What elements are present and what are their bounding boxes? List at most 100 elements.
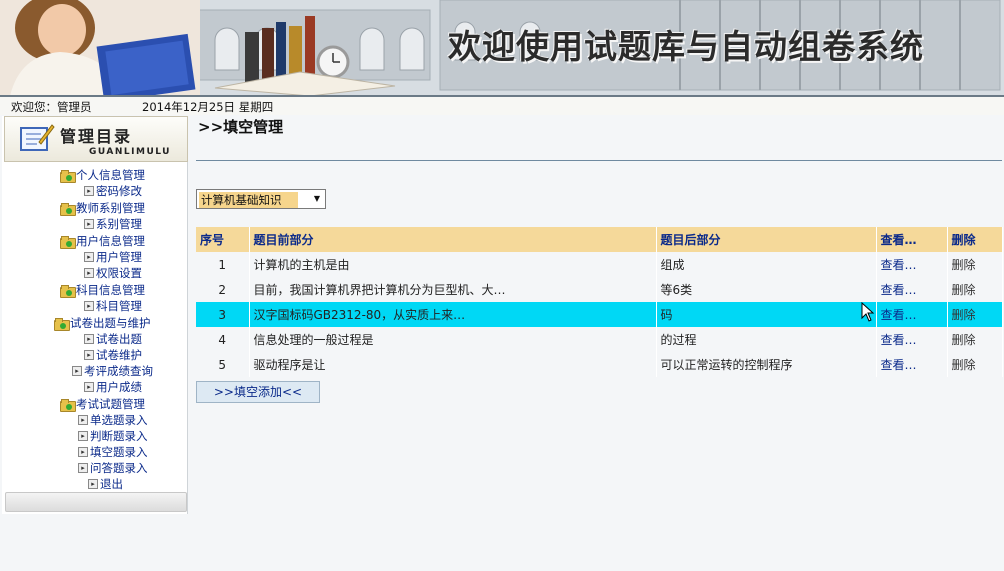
folder-icon [60, 235, 76, 249]
menu-item-fill-blank[interactable]: ▸ 填空题录入 [78, 444, 148, 460]
delete-link[interactable]: 删除 [947, 352, 1003, 377]
folder-icon [60, 169, 76, 183]
view-link[interactable]: 查看… [876, 352, 948, 377]
view-link[interactable]: 查看… [876, 252, 948, 277]
column-header-back: 题目后部分 [656, 227, 877, 252]
view-link[interactable]: 查看… [876, 302, 948, 327]
arrow-right-icon: ▸ [84, 252, 94, 262]
menu-folder-paper[interactable]: 试卷出题与维护 [54, 315, 151, 331]
welcome-text: 欢迎您：管理员 [11, 100, 92, 114]
menu-item-label: 考试试题管理 [76, 397, 145, 411]
notebook-icon [20, 124, 55, 151]
menu-item-label: 权限设置 [96, 266, 142, 280]
table-header-row: 序号 题目前部分 题目后部分 查看… 删除 [196, 227, 1003, 252]
arrow-right-icon: ▸ [84, 350, 94, 360]
delete-link[interactable]: 删除 [947, 277, 1003, 302]
mouse-cursor-icon [861, 302, 875, 322]
category-select-value: 计算机基础知识 [199, 192, 298, 208]
menu-item-subject-manage[interactable]: ▸ 科目管理 [84, 298, 142, 314]
view-link[interactable]: 查看… [876, 327, 948, 352]
menu-item-paper-maintain[interactable]: ▸ 试卷维护 [84, 347, 142, 363]
folder-icon [54, 317, 70, 331]
add-fill-blank-button[interactable]: >>填空添加<< [196, 381, 320, 403]
sidebar: 管理目录 GUANLIMULU 个人信息管理 ▸ 密码修改 教师系别管理 ▸ 系别管… [2, 116, 188, 514]
delete-link[interactable]: 删除 [947, 252, 1003, 277]
row-front-text: 汉字国标码GB2312-80，从实质上来… [249, 302, 657, 327]
menu-item-label: 用户成绩 [96, 380, 142, 394]
menu-item-permissions[interactable]: ▸ 权限设置 [84, 265, 142, 281]
menu-item-password-change[interactable]: ▸ 密码修改 [84, 183, 142, 199]
row-back-text: 组成 [656, 252, 877, 277]
arrow-right-icon: ▸ [84, 268, 94, 278]
menu-item-label: 问答题录入 [90, 461, 148, 475]
folder-icon [60, 398, 76, 412]
menu-item-user-scores[interactable]: ▸ 用户成绩 [84, 379, 142, 395]
banner: 欢迎使用试题库与自动组卷系统 [0, 0, 1004, 96]
menu-folder-personal-info[interactable]: 个人信息管理 [60, 167, 145, 183]
arrow-right-icon: ▸ [78, 431, 88, 441]
row-back-text: 可以正常运转的控制程序 [656, 352, 877, 377]
category-select[interactable]: 计算机基础知识 ▼ [196, 189, 326, 209]
column-header-seq: 序号 [196, 227, 250, 252]
menu-header: 管理目录 GUANLIMULU [4, 116, 188, 162]
date-text: 2014年12月25日 星期四 [142, 100, 274, 114]
menu-item-logout[interactable]: ▸ 退出 [88, 476, 123, 492]
row-seq: 1 [196, 252, 250, 277]
arrow-right-icon: ▸ [78, 463, 88, 473]
row-back-text: 的过程 [656, 327, 877, 352]
delete-link[interactable]: 删除 [947, 327, 1003, 352]
menu-item-label: 科目管理 [96, 299, 142, 313]
menu-folder-subject-info[interactable]: 科目信息管理 [60, 282, 145, 298]
menu-item-label: 密码修改 [96, 184, 142, 198]
banner-title: 欢迎使用试题库与自动组卷系统 [448, 27, 924, 66]
row-seq: 5 [196, 352, 250, 377]
menu-item-department-manage[interactable]: ▸ 系别管理 [84, 216, 142, 232]
menu-item-qa[interactable]: ▸ 问答题录入 [78, 460, 148, 476]
row-front-text: 信息处理的一般过程是 [249, 327, 657, 352]
menu-item-label: 试卷维护 [96, 348, 142, 362]
row-back-text: 码 [656, 302, 877, 327]
menu-item-label: 单选题录入 [90, 413, 148, 427]
row-front-text: 驱动程序是让 [249, 352, 657, 377]
menu-item-label: 判断题录入 [90, 429, 148, 443]
title-divider [196, 160, 1002, 161]
column-header-front: 题目前部分 [249, 227, 657, 252]
table-row[interactable]: 1 计算机的主机是由 组成 查看… 删除 [196, 252, 1003, 277]
table-row-selected[interactable]: 3 汉字国标码GB2312-80，从实质上来… 码 查看… 删除 [196, 302, 1003, 327]
menu-folder-department[interactable]: 教师系别管理 [60, 200, 145, 216]
row-seq: 2 [196, 277, 250, 302]
chevron-down-icon[interactable]: ▼ [309, 190, 325, 208]
menu-folder-question-manage[interactable]: 考试试题管理 [60, 396, 145, 412]
menu-item-score-query[interactable]: ▸ 考评成绩查询 [72, 363, 153, 379]
table-row[interactable]: 4 信息处理的一般过程是 的过程 查看… 删除 [196, 327, 1003, 352]
menu-item-single-choice[interactable]: ▸ 单选题录入 [78, 412, 148, 428]
menu-item-label: 考评成绩查询 [84, 364, 153, 378]
menu-item-user-manage[interactable]: ▸ 用户管理 [84, 249, 142, 265]
menu-item-paper-create[interactable]: ▸ 试卷出题 [84, 331, 142, 347]
column-header-delete: 删除 [947, 227, 1003, 252]
row-back-text: 等6类 [656, 277, 877, 302]
view-link[interactable]: 查看… [876, 277, 948, 302]
status-bar: 欢迎您：管理员 2014年12月25日 星期四 [0, 97, 1004, 115]
arrow-right-icon: ▸ [78, 415, 88, 425]
arrow-right-icon: ▸ [84, 186, 94, 196]
row-front-text: 目前，我国计算机界把计算机分为巨型机、大… [249, 277, 657, 302]
menu-folder-user-info[interactable]: 用户信息管理 [60, 233, 145, 249]
table-row[interactable]: 5 驱动程序是让 可以正常运转的控制程序 查看… 删除 [196, 352, 1003, 377]
row-front-text: 计算机的主机是由 [249, 252, 657, 277]
table-row[interactable]: 2 目前，我国计算机界把计算机分为巨型机、大… 等6类 查看… 删除 [196, 277, 1003, 302]
menu-item-label: 用户信息管理 [76, 234, 145, 248]
sidebar-scrollbar[interactable] [5, 492, 187, 512]
arrow-right-icon: ▸ [84, 334, 94, 344]
arrow-right-icon: ▸ [84, 382, 94, 392]
menu-header-title: 管理目录 [60, 127, 133, 146]
arrow-right-icon: ▸ [72, 366, 82, 376]
arrow-right-icon: ▸ [88, 479, 98, 489]
delete-link[interactable]: 删除 [947, 302, 1003, 327]
menu-item-label: 退出 [100, 477, 123, 491]
menu-item-label: 试卷出题与维护 [70, 316, 151, 330]
menu-item-label: 填空题录入 [90, 445, 148, 459]
menu-item-true-false[interactable]: ▸ 判断题录入 [78, 428, 148, 444]
menu-item-label: 用户管理 [96, 250, 142, 264]
menu-item-label: 科目信息管理 [76, 283, 145, 297]
